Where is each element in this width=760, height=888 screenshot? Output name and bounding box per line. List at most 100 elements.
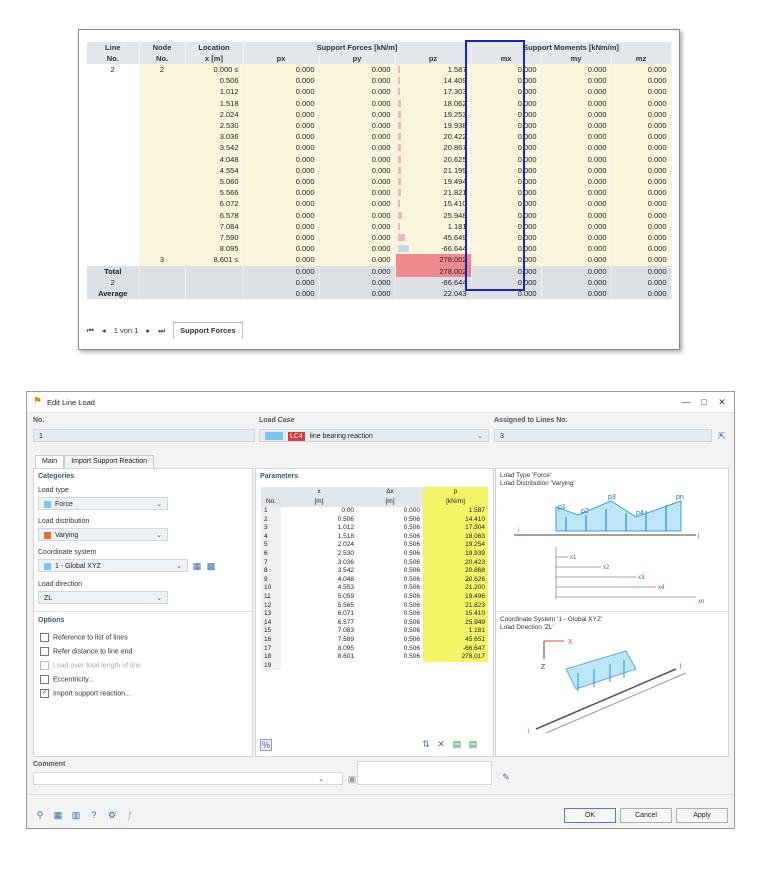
param-x[interactable]: 6.577 [281, 618, 357, 628]
param-p[interactable]: 20.423 [423, 558, 488, 568]
param-row[interactable]: 6 2.530 0.506 19.939 [261, 549, 488, 559]
param-row[interactable]: 12 5.565 0.506 21.823 [261, 601, 488, 611]
table-row[interactable]: 6.578 0.000 0.000 25.948 0.000 0.000 0.000 [87, 209, 672, 221]
param-dx[interactable]: 0.506 [357, 532, 423, 542]
param-dx[interactable]: 0.506 [357, 584, 423, 593]
param-p[interactable]: 278.017 [423, 653, 488, 662]
table-row[interactable]: 3.036 0.000 0.000 20.422 0.000 0.000 0.000 [87, 131, 672, 143]
table-row[interactable]: 8.095 0.000 0.000 -66.644 0.000 0.000 0.000 [87, 243, 672, 255]
param-row[interactable]: 15 7.083 0.506 1.181 [261, 627, 488, 636]
param-x[interactable]: 5.565 [281, 601, 357, 611]
param-dx[interactable]: 0.506 [357, 567, 423, 576]
param-dx[interactable]: 0.506 [357, 601, 423, 611]
param-dx[interactable]: 0.506 [357, 635, 423, 645]
ok-button[interactable]: OK [564, 808, 616, 823]
tab-support-forces[interactable]: Support Forces [173, 322, 243, 338]
param-dx[interactable]: 0.506 [357, 541, 423, 550]
close-button[interactable]: ✕ [715, 396, 729, 408]
param-dx[interactable]: 0.506 [357, 592, 423, 602]
param-x[interactable]: 3.542 [281, 567, 357, 576]
export-icon[interactable]: ▤ [468, 739, 478, 749]
cancel-button[interactable]: Cancel [620, 808, 672, 823]
table-row[interactable]: 3 8.601 ≤0.000 0.000 278.002 0.000 0.000 0.000 [87, 254, 672, 266]
minimize-button[interactable]: — [679, 396, 693, 408]
comment-input[interactable]: ⌄ [33, 772, 343, 785]
param-row[interactable]: 11 5.059 0.506 19.496 [261, 592, 488, 602]
param-x[interactable]: 8.601 [281, 653, 357, 662]
param-row[interactable]: 19 [261, 661, 488, 671]
param-row[interactable]: 4 1.518 0.506 18.063 [261, 532, 488, 542]
param-p[interactable]: 21.823 [423, 601, 488, 611]
param-dx[interactable]: 0.506 [357, 558, 423, 568]
table-row[interactable]: 1.012 0.000 0.000 17.303 0.000 0.000 0.000 [87, 86, 672, 98]
load-distribution-select[interactable]: Varying ⌄ [38, 528, 168, 541]
param-row[interactable]: 3 1.012 0.506 17.304 [261, 524, 488, 533]
edit-coordinate-system-icon[interactable]: ▩ [206, 561, 216, 571]
param-p[interactable]: 25.949 [423, 618, 488, 628]
param-p[interactable]: 14.410 [423, 515, 488, 525]
table-row[interactable]: 4.048 0.000 0.000 20.625 0.000 0.000 0.000 [87, 153, 672, 165]
param-p[interactable]: 19.939 [423, 549, 488, 559]
param-p[interactable]: 20.868 [423, 567, 488, 576]
table-row[interactable]: 4.554 0.000 0.000 21.199 0.000 0.000 0.000 [87, 164, 672, 177]
percent-icon[interactable]: % [260, 739, 272, 751]
param-dx[interactable]: 0.506 [357, 610, 423, 619]
info-icon[interactable]: ✎ [501, 772, 511, 782]
coordinate-system-select[interactable]: 1 - Global XYZ ⌄ [38, 559, 188, 572]
table-row[interactable]: 2 2 0.000 ≤0.000 0.000 1.587 0.000 0.000 0.000 [87, 64, 672, 76]
param-row[interactable]: 1 0.00 0.000 1.587 [261, 507, 488, 516]
param-x[interactable]: 2.530 [281, 549, 357, 559]
load-type-select[interactable]: Force ⌄ [38, 497, 168, 510]
param-dx[interactable]: 0.506 [357, 627, 423, 636]
param-p[interactable]: -66.647 [423, 644, 488, 654]
param-row[interactable]: 10 4.553 0.506 21.200 [261, 584, 488, 593]
table-row[interactable]: 2.530 0.000 0.000 19.938 0.000 0.000 0.000 [87, 120, 672, 132]
table-row[interactable]: 0.506 0.000 0.000 14.409 0.000 0.000 0.000 [87, 75, 672, 87]
option-import-support-reaction[interactable]: ✓ Import support reaction... [40, 689, 131, 698]
comment-library-icon[interactable]: ▣ [347, 774, 357, 784]
load-case-select[interactable]: LC4 line bearing reaction ⌄ [259, 429, 489, 442]
param-x[interactable]: 1.012 [281, 524, 357, 533]
maximize-button[interactable]: □ [697, 396, 711, 408]
help-icon[interactable]: ? [89, 810, 99, 820]
param-row[interactable]: 14 6.577 0.506 25.949 [261, 618, 488, 628]
param-p[interactable]: 45.651 [423, 635, 488, 645]
param-dx[interactable]: 0.506 [357, 515, 423, 525]
last-page-button[interactable]: ⏭ [158, 326, 165, 336]
search-icon[interactable]: ⚲ [35, 810, 45, 820]
settings-icon[interactable]: ⚙ [107, 810, 117, 820]
next-page-button[interactable]: ▸ [146, 326, 150, 335]
param-row[interactable]: 2 0.506 0.506 14.410 [261, 515, 488, 525]
param-x[interactable] [281, 661, 357, 671]
delete-row-icon[interactable]: ✕ [436, 739, 446, 749]
param-x[interactable]: 3.036 [281, 558, 357, 568]
tab-main[interactable]: Main [35, 455, 65, 468]
option-eccentricity[interactable]: Eccentricity... [40, 675, 94, 684]
param-row[interactable]: 17 8.095 0.506 -66.647 [261, 644, 488, 654]
units-icon[interactable]: ▥ [71, 810, 81, 820]
param-x[interactable]: 5.059 [281, 592, 357, 602]
param-p[interactable]: 21.200 [423, 584, 488, 593]
param-p[interactable]: 1.587 [423, 507, 488, 516]
param-row[interactable]: 16 7.589 0.506 45.651 [261, 635, 488, 645]
table-row[interactable]: 2.024 0.000 0.000 19.253 0.000 0.000 0.000 [87, 108, 672, 121]
param-dx[interactable]: 0.506 [357, 549, 423, 559]
param-x[interactable]: 7.083 [281, 627, 357, 636]
load-direction-select[interactable]: ZL ⌄ [38, 591, 168, 604]
first-page-button[interactable]: ⏮ [87, 326, 94, 336]
param-row[interactable]: 18 8.601 0.506 278.017 [261, 653, 488, 662]
new-coordinate-system-icon[interactable]: ▦ [192, 561, 202, 571]
select-lines-icon[interactable]: ⇱ [717, 431, 727, 441]
table-row[interactable]: 5.566 0.000 0.000 21.821 0.000 0.000 0.000 [87, 187, 672, 199]
no-field[interactable]: 1 [33, 429, 255, 442]
table-row[interactable]: 7.084 0.000 0.000 1.181 0.000 0.000 0.000 [87, 220, 672, 233]
param-p[interactable]: 19.496 [423, 592, 488, 602]
param-p[interactable]: 20.626 [423, 575, 488, 585]
param-dx[interactable]: 0.506 [357, 524, 423, 533]
table-row[interactable]: 1.518 0.000 0.000 18.062 0.000 0.000 0.000 [87, 97, 672, 109]
param-dx[interactable]: 0.000 [357, 507, 423, 516]
option-total-length[interactable]: Load over total length of line [40, 661, 141, 670]
param-x[interactable]: 7.589 [281, 635, 357, 645]
param-p[interactable]: 1.181 [423, 627, 488, 636]
param-x[interactable]: 0.506 [281, 515, 357, 525]
